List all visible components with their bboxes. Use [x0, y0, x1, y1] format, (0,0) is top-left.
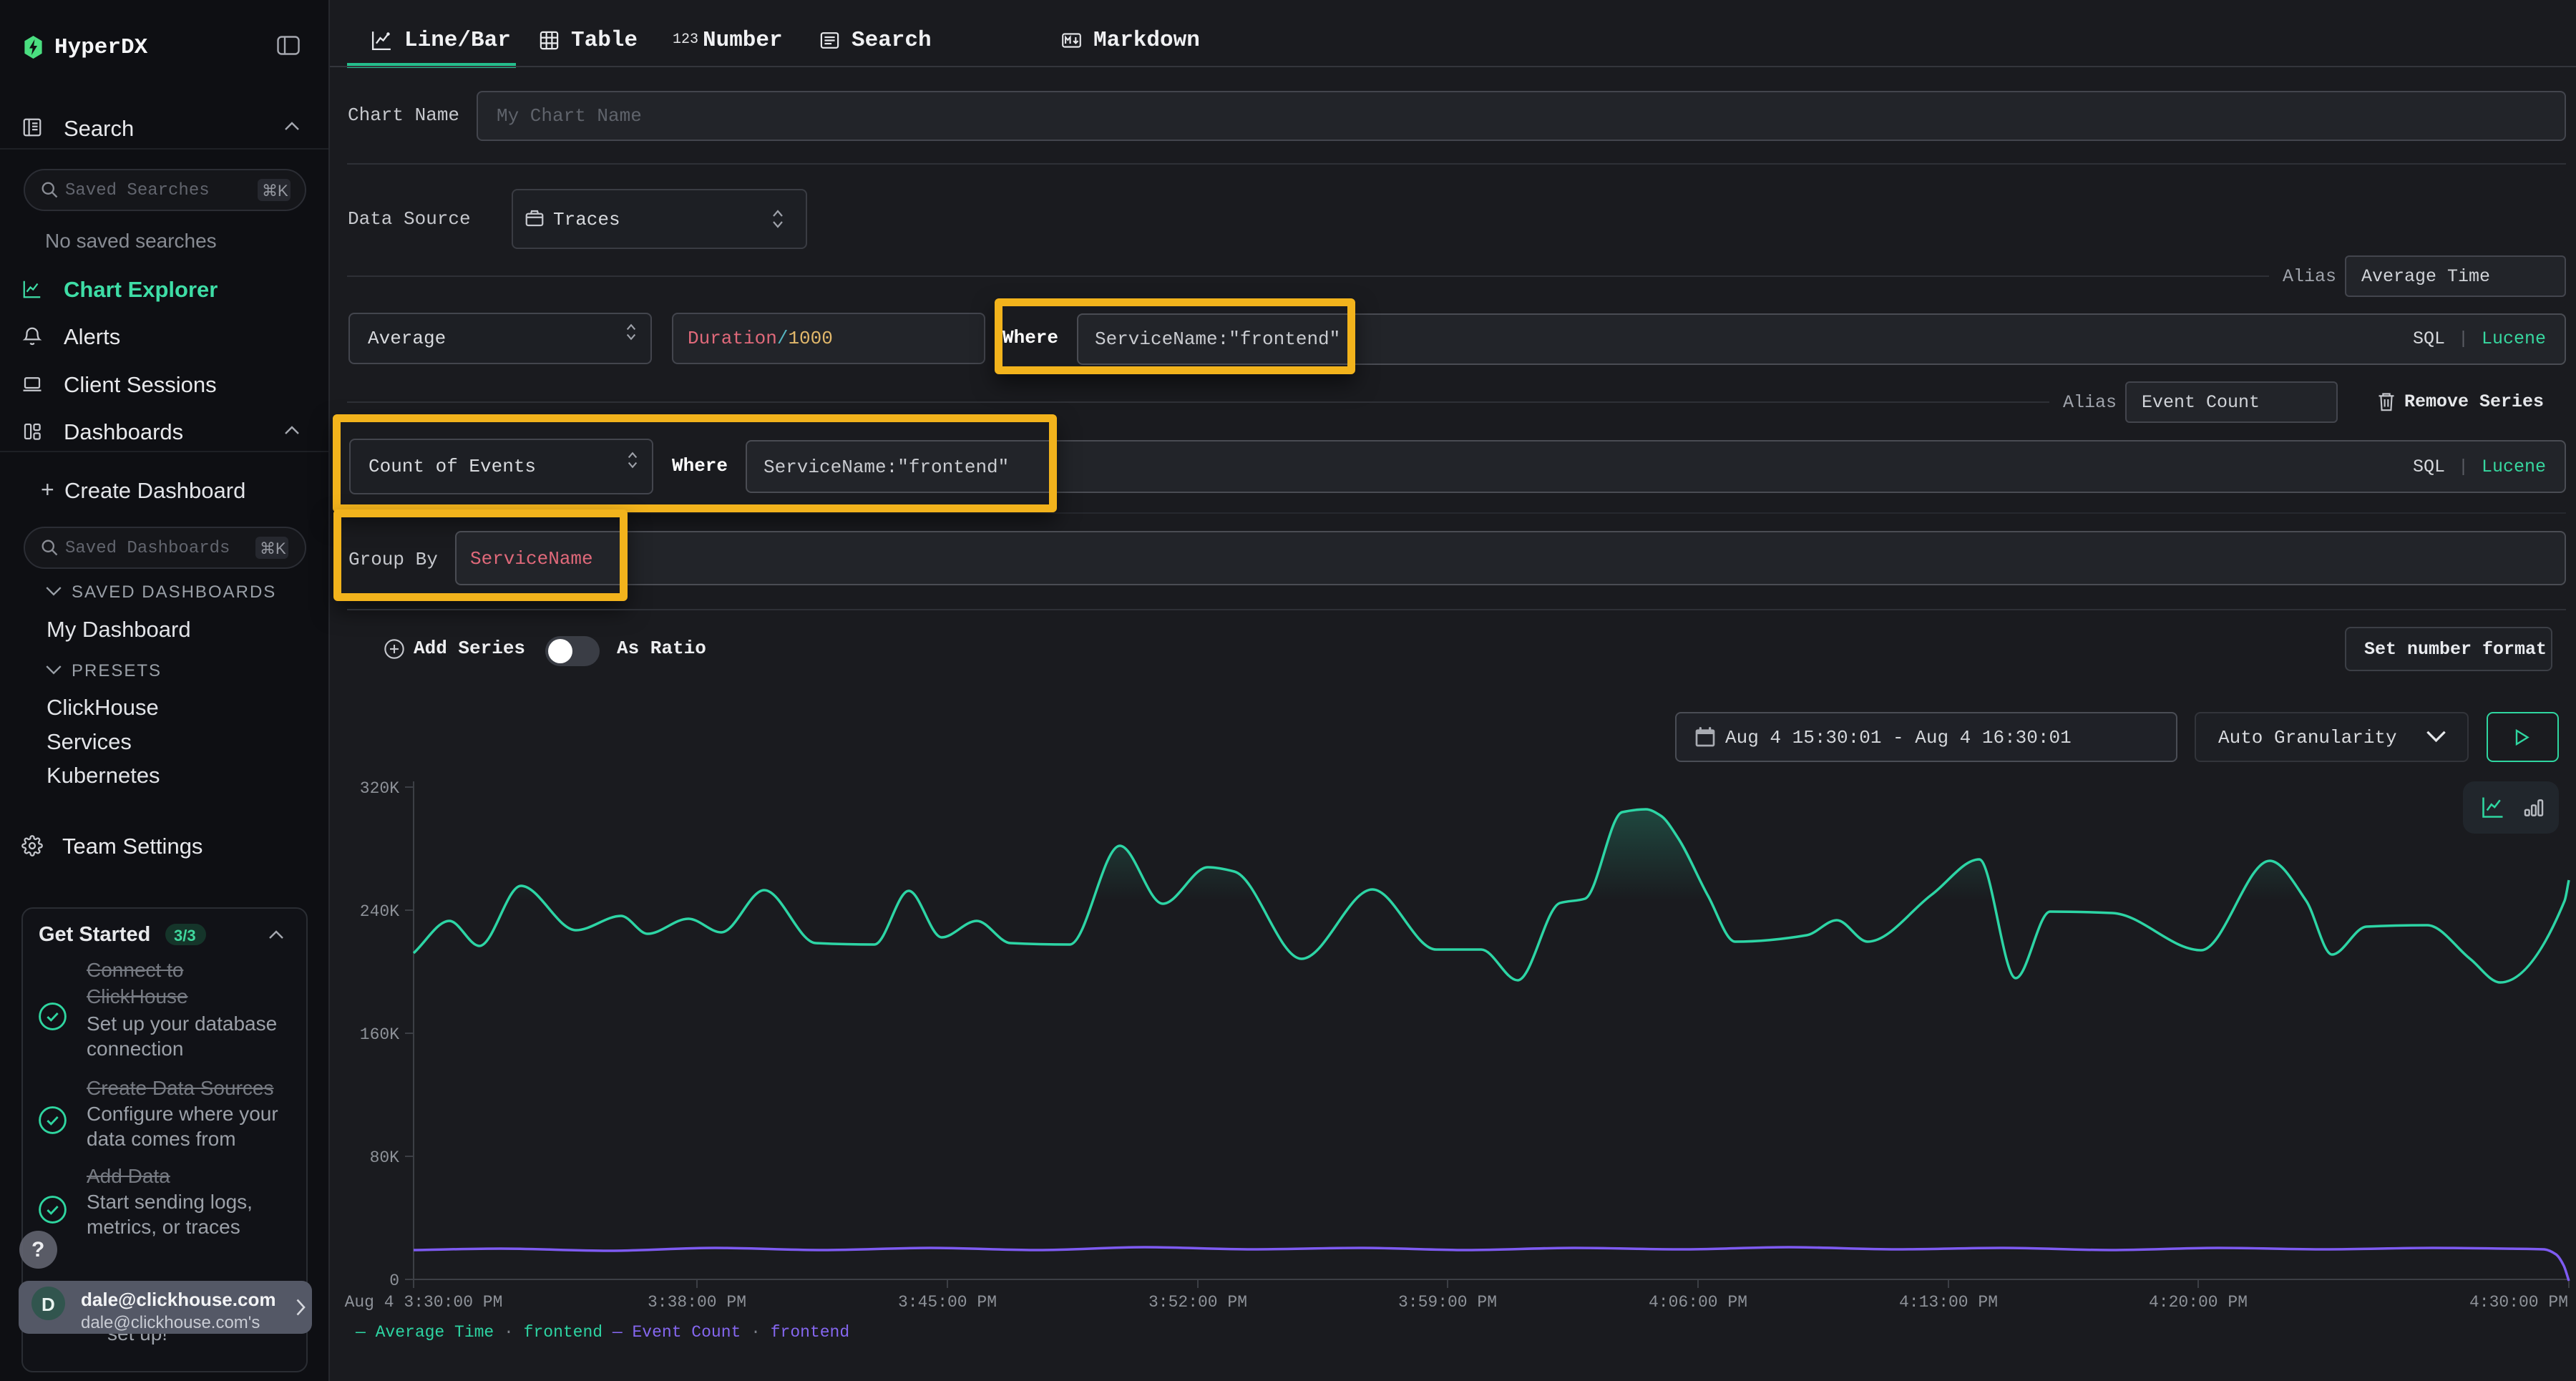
svg-text:80K: 80K: [370, 1148, 400, 1167]
svg-text:4:30:00 PM: 4:30:00 PM: [2469, 1293, 2568, 1312]
svg-text:240K: 240K: [360, 902, 399, 921]
svg-text:0: 0: [389, 1272, 399, 1290]
svg-text:4:13:00 PM: 4:13:00 PM: [1899, 1293, 1998, 1312]
svg-text:320K: 320K: [360, 779, 399, 798]
svg-text:160K: 160K: [360, 1025, 399, 1044]
svg-text:4:20:00 PM: 4:20:00 PM: [2149, 1293, 2248, 1312]
svg-text:3:59:00 PM: 3:59:00 PM: [1398, 1293, 1497, 1312]
svg-text:Aug 4 3:30:00 PM: Aug 4 3:30:00 PM: [345, 1293, 503, 1312]
svg-text:3:52:00 PM: 3:52:00 PM: [1148, 1293, 1247, 1312]
svg-text:4:06:00 PM: 4:06:00 PM: [1649, 1293, 1747, 1312]
svg-text:3:45:00 PM: 3:45:00 PM: [898, 1293, 997, 1312]
svg-text:3:38:00 PM: 3:38:00 PM: [648, 1293, 746, 1312]
